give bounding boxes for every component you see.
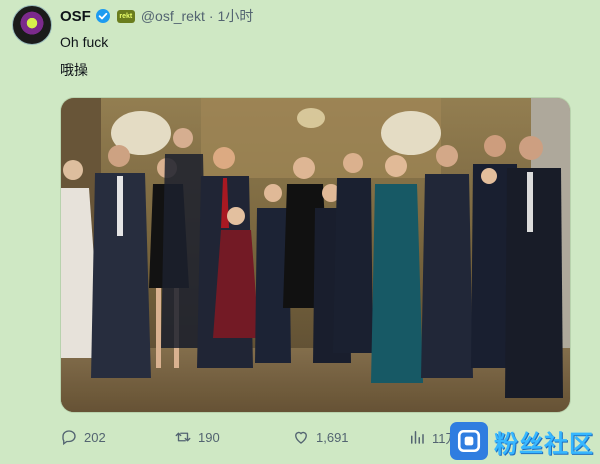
verified-badge-icon	[95, 8, 111, 24]
timestamp[interactable]: 1小时	[218, 6, 254, 26]
reply-count: 202	[84, 429, 106, 445]
handle[interactable]: @osf_rekt	[141, 8, 205, 24]
reply-icon	[62, 430, 76, 446]
views-chart-icon	[411, 431, 424, 444]
watermark-logo-icon	[450, 422, 488, 460]
like-count: 1,691	[316, 429, 349, 445]
tweet-photo[interactable]	[60, 97, 571, 413]
display-name[interactable]: OSF	[60, 8, 91, 25]
tweet-header: OSF rekt @osf_rekt · 1小时	[60, 6, 253, 26]
heart-icon	[295, 431, 307, 444]
watermark-text: 粉丝社区	[494, 429, 594, 458]
tweet-card[interactable]: OSF rekt @osf_rekt · 1小时 Oh fuck 哦操 202 …	[0, 0, 600, 464]
tweet-actions: 202 190 1,691 11万	[60, 427, 470, 447]
site-watermark: 粉丝社区	[450, 422, 594, 460]
retweet-icon	[175, 432, 191, 442]
retweet-button[interactable]: 190	[174, 428, 220, 446]
group-photo-image	[61, 98, 570, 412]
retweet-count: 190	[198, 429, 220, 445]
affiliate-badge-icon[interactable]: rekt	[116, 9, 135, 23]
reply-button[interactable]: 202	[60, 428, 106, 446]
separator: ·	[208, 8, 214, 24]
tweet-translation: 哦操	[60, 62, 88, 78]
like-button[interactable]: 1,691	[292, 428, 349, 446]
avatar[interactable]	[12, 5, 52, 45]
tweet-text: Oh fuck	[60, 34, 109, 50]
